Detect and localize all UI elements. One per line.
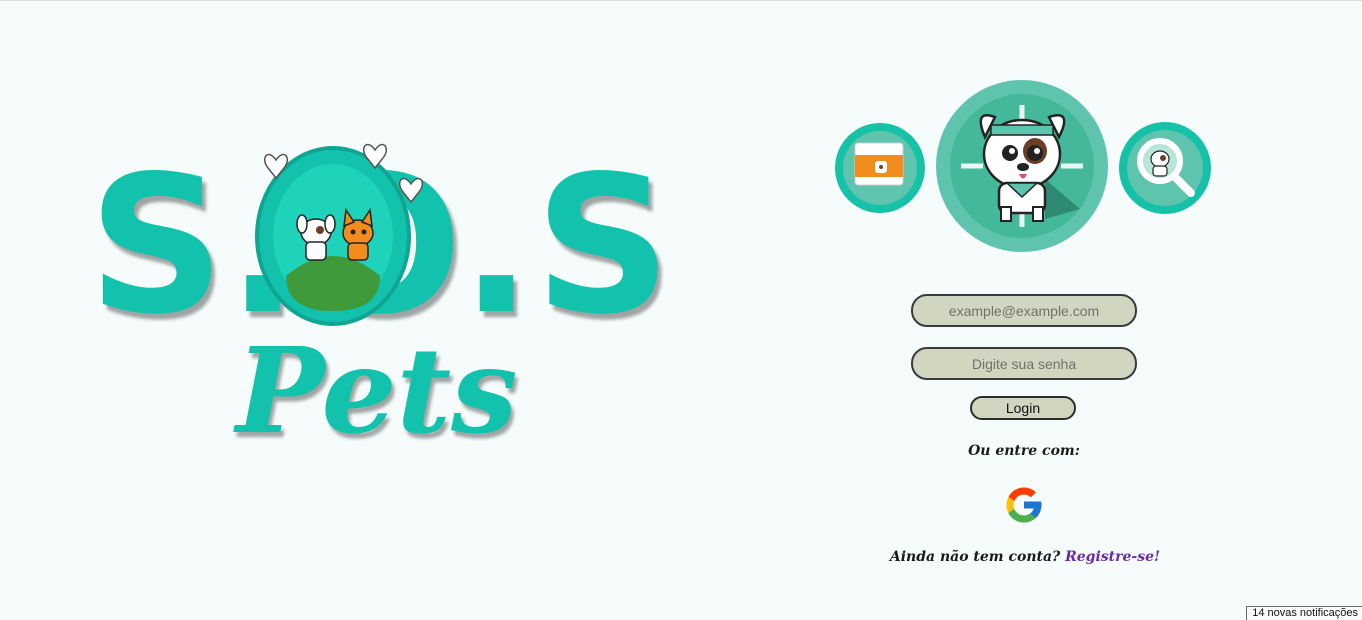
login-button[interactable]: Login: [970, 396, 1076, 420]
magnifier-dog-search-icon: [1119, 122, 1211, 214]
email-input[interactable]: [911, 294, 1137, 327]
feature-avatars: [830, 79, 1220, 254]
hero-dog-mascot-icon: [936, 80, 1108, 252]
register-link[interactable]: Registre-se!: [1065, 549, 1160, 565]
google-icon[interactable]: [1003, 484, 1045, 526]
report-screen-dog-icon: [835, 123, 925, 213]
sos-pets-logo: S.O.S Pets: [88, 136, 671, 466]
register-prompt: Ainda não tem conta? Registre-se!: [880, 549, 1170, 565]
logo-art: [255, 143, 423, 326]
notifications-toast[interactable]: 14 novas notificações: [1246, 606, 1362, 620]
password-input[interactable]: [911, 347, 1137, 380]
alt-login-label: Ou entre com:: [968, 443, 1080, 459]
no-account-text: Ainda não tem conta?: [889, 549, 1066, 565]
